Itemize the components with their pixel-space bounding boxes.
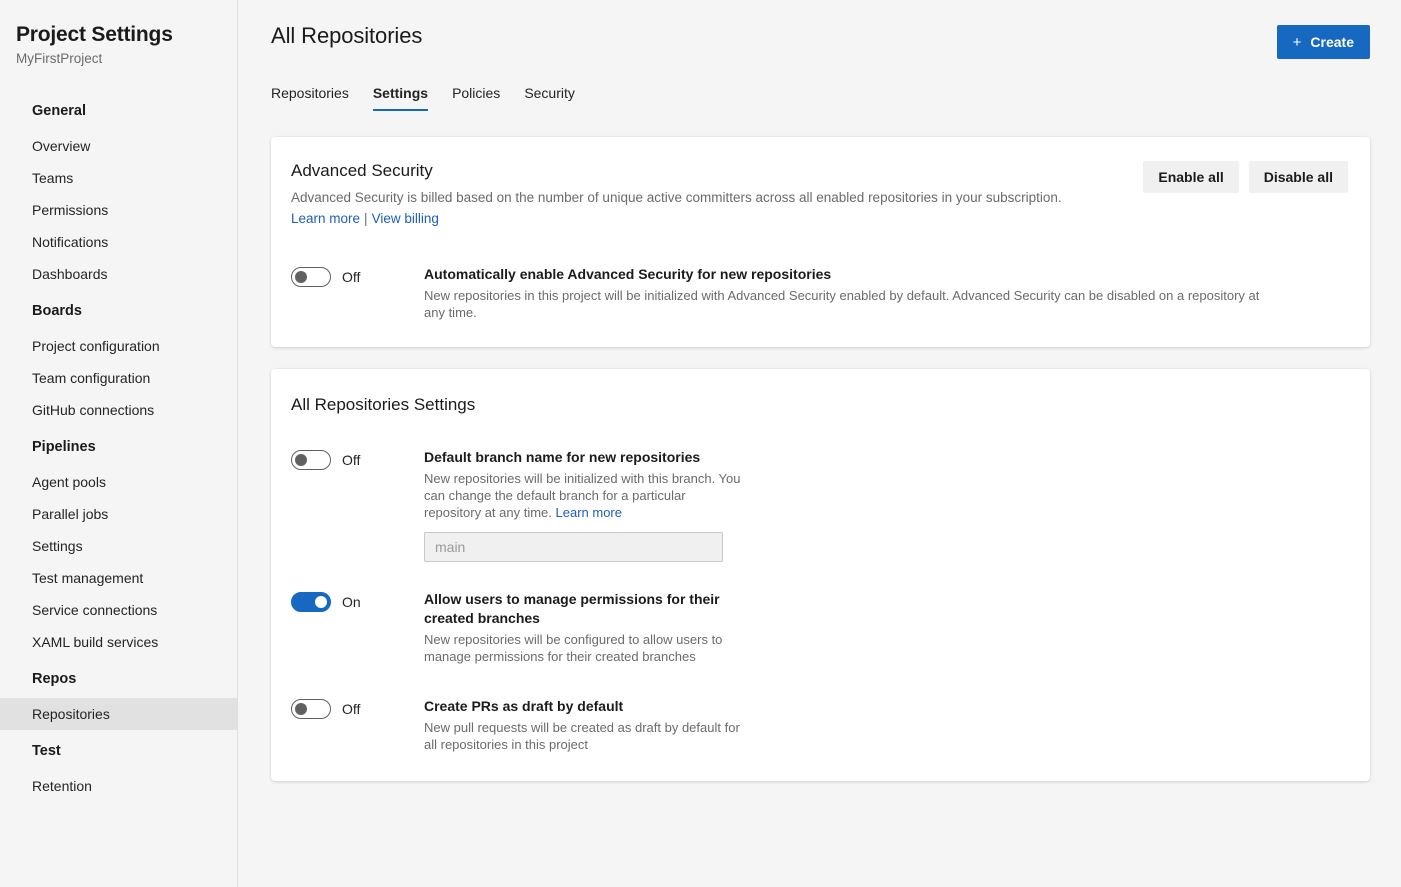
sidebar-item-retention[interactable]: Retention [0, 770, 237, 802]
manage-permissions-description: New repositories will be configured to a… [424, 632, 723, 664]
tab-settings[interactable]: Settings [372, 84, 429, 111]
default-branch-row: Off Default branch name for new reposito… [291, 448, 1348, 562]
page-header: All Repositories + Create [271, 0, 1370, 59]
toggle-knob [295, 703, 307, 715]
learn-more-link[interactable]: Learn more [291, 211, 360, 226]
advanced-security-header: Advanced Security Advanced Security is b… [291, 159, 1348, 229]
sidebar-item-team-configuration[interactable]: Team configuration [0, 362, 237, 394]
create-prs-draft-row: Off Create PRs as draft by default New p… [291, 697, 1348, 753]
manage-permissions-title: Allow users to manage permissions for th… [424, 591, 720, 626]
all-repositories-settings-card: All Repositories Settings Off Default br… [271, 369, 1370, 781]
view-billing-link[interactable]: View billing [372, 211, 439, 226]
manage-permissions-text-block: Allow users to manage permissions for th… [424, 590, 1348, 665]
auto-enable-description: New repositories in this project will be… [424, 288, 1260, 320]
sidebar-item-dashboards[interactable]: Dashboards [0, 258, 237, 290]
auto-enable-advanced-security-row: Off Automatically enable Advanced Securi… [291, 265, 1348, 321]
sidebar-item-github-connections[interactable]: GitHub connections [0, 394, 237, 426]
manage-permissions-toggle-cell: On [291, 590, 424, 612]
sidebar-item-repositories[interactable]: Repositories [0, 698, 237, 730]
auto-enable-toggle-state: Off [342, 269, 361, 285]
manage-permissions-toggle[interactable] [291, 592, 331, 612]
sidebar-group-repos: Repos [32, 671, 77, 687]
sidebar-group-pipelines: Pipelines [32, 439, 96, 455]
create-prs-text-block: Create PRs as draft by default New pull … [424, 697, 1348, 753]
default-branch-learn-more-link[interactable]: Learn more [556, 505, 622, 520]
manage-permissions-row: On Allow users to manage permissions for… [291, 590, 1348, 665]
all-repositories-settings-title: All Repositories Settings [291, 395, 476, 414]
default-branch-text-block: Default branch name for new repositories… [424, 448, 1348, 562]
auto-enable-toggle[interactable] [291, 267, 331, 287]
tab-policies[interactable]: Policies [452, 84, 500, 111]
sidebar-item-xaml-build-services[interactable]: XAML build services [0, 626, 237, 658]
sidebar-item-test-management[interactable]: Test management [0, 562, 237, 594]
sidebar-item-project-configuration[interactable]: Project configuration [0, 330, 237, 362]
default-branch-toggle-cell: Off [291, 448, 424, 470]
plus-icon: + [1292, 33, 1302, 51]
link-separator: | [364, 211, 368, 226]
sidebar-item-agent-pools[interactable]: Agent pools [0, 466, 237, 498]
tab-bar: Repositories Settings Policies Security [271, 81, 1370, 111]
manage-permissions-toggle-state: On [342, 594, 361, 610]
advanced-security-title: Advanced Security [291, 161, 433, 180]
advanced-security-card: Advanced Security Advanced Security is b… [271, 137, 1370, 347]
advanced-security-actions: Enable all Disable all [1143, 161, 1348, 193]
enable-all-button[interactable]: Enable all [1143, 161, 1239, 193]
app-root: Project Settings MyFirstProject General O… [0, 0, 1401, 887]
auto-enable-toggle-cell: Off [291, 265, 424, 287]
auto-enable-title: Automatically enable Advanced Security f… [424, 266, 832, 282]
create-prs-toggle-state: Off [342, 701, 361, 717]
create-prs-draft-title: Create PRs as draft by default [424, 698, 624, 714]
create-button-label: Create [1310, 34, 1354, 50]
sidebar-nav: General Overview Teams Permissions Notificat… [0, 90, 237, 802]
sidebar-title: Project Settings [16, 23, 173, 46]
sidebar-group-test: Test [32, 743, 61, 759]
sidebar-item-service-connections[interactable]: Service connections [0, 594, 237, 626]
create-prs-draft-toggle[interactable] [291, 699, 331, 719]
toggle-knob [315, 596, 327, 608]
main-content: All Repositories + Create Repositories Se… [238, 0, 1401, 887]
sidebar-item-permissions[interactable]: Permissions [0, 194, 237, 226]
default-branch-title: Default branch name for new repositories [424, 449, 701, 465]
sidebar-item-settings[interactable]: Settings [0, 530, 237, 562]
create-prs-draft-description: New pull requests will be created as dra… [424, 720, 740, 752]
sidebar-project-name: MyFirstProject [16, 51, 103, 66]
page-title: All Repositories [271, 23, 423, 48]
sidebar-item-parallel-jobs[interactable]: Parallel jobs [0, 498, 237, 530]
disable-all-button[interactable]: Disable all [1248, 161, 1348, 193]
sidebar-group-boards: Boards [32, 303, 82, 319]
sidebar-item-teams[interactable]: Teams [0, 162, 237, 194]
default-branch-toggle-state: Off [342, 452, 361, 468]
advanced-security-description: Advanced Security is billed based on the… [291, 190, 1062, 205]
sidebar-item-notifications[interactable]: Notifications [0, 226, 237, 258]
auto-enable-text-block: Automatically enable Advanced Security f… [424, 265, 1348, 321]
create-prs-toggle-cell: Off [291, 697, 424, 719]
advanced-security-text-block: Advanced Security Advanced Security is b… [291, 159, 1062, 229]
toggle-knob [295, 454, 307, 466]
tab-security[interactable]: Security [524, 84, 575, 111]
advanced-security-links: Learn more | View billing [291, 209, 1062, 229]
tab-repositories[interactable]: Repositories [271, 84, 349, 111]
default-branch-description: New repositories will be initialized wit… [424, 470, 742, 521]
sidebar-group-general: General [32, 103, 86, 119]
create-button[interactable]: + Create [1276, 25, 1370, 59]
sidebar-item-overview[interactable]: Overview [0, 130, 237, 162]
default-branch-name-input[interactable] [424, 532, 723, 562]
default-branch-toggle[interactable] [291, 450, 331, 470]
toggle-knob [295, 271, 307, 283]
sidebar: Project Settings MyFirstProject General O… [0, 0, 238, 887]
